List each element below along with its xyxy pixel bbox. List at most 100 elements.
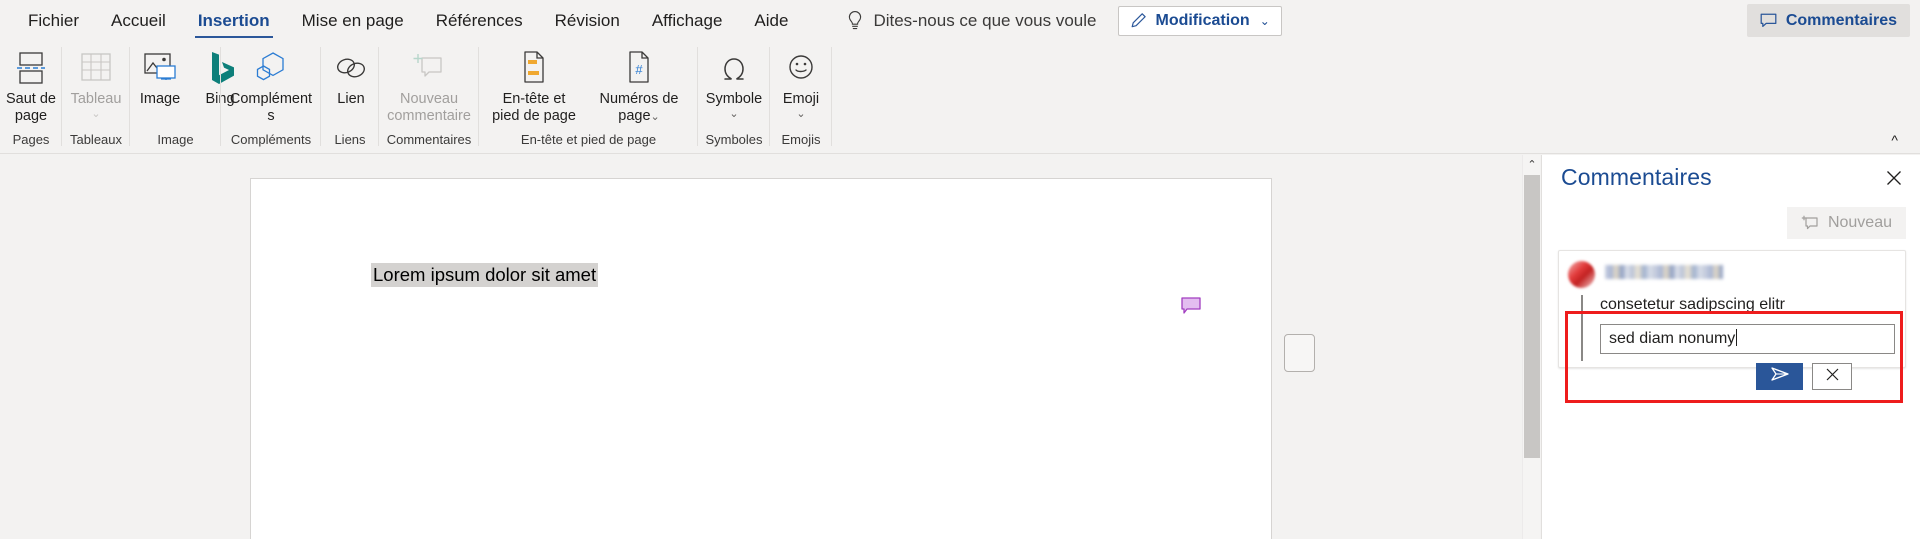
- menu-bar: Fichier Accueil Insertion Mise en page R…: [0, 0, 1920, 41]
- addins-hexagon-icon: [251, 48, 291, 88]
- comments-pane-title: Commentaires: [1561, 164, 1712, 190]
- menu-tab-fichier[interactable]: Fichier: [12, 0, 95, 41]
- menu-tab-aide[interactable]: Aide: [738, 0, 804, 41]
- ribbon-command-numeros-de-page[interactable]: # Numéros de page⌄: [589, 41, 689, 129]
- ribbon-command-label: Image: [139, 91, 181, 107]
- menu-tab-references[interactable]: Références: [420, 0, 539, 41]
- ribbon-command-label: Tableau: [70, 91, 122, 107]
- svg-text:#: #: [635, 62, 643, 77]
- ribbon-group-image: Image Bing: [130, 41, 235, 132]
- group-label-entete-pied: En-tête et pied de page: [479, 131, 698, 147]
- menu-tab-affichage[interactable]: Affichage: [636, 0, 739, 41]
- ribbon-toolbar: Saut de page Tableau ⌄ Image Bing Complé…: [0, 41, 1920, 132]
- close-icon: [1825, 367, 1840, 387]
- group-label-text: En-tête et pied de page: [520, 132, 657, 147]
- group-label-symboles: Symboles: [698, 131, 770, 147]
- comment-bubble-icon: [1760, 13, 1777, 28]
- table-icon: [78, 48, 114, 88]
- menu-tab-revision[interactable]: Révision: [539, 0, 636, 41]
- edit-mode-dropdown[interactable]: Modification ⌄: [1118, 5, 1282, 36]
- ribbon-group-emojis: Emoji ⌄: [770, 41, 832, 132]
- vertical-scrollbar[interactable]: ⌃: [1522, 155, 1540, 539]
- send-reply-button[interactable]: [1756, 363, 1803, 390]
- menu-tab-label: Accueil: [111, 10, 166, 30]
- menu-tab-label: Mise en page: [301, 10, 404, 30]
- omega-symbol-icon: [718, 48, 750, 88]
- ribbon-command-label: Numéros de page: [599, 91, 679, 124]
- chevron-down-icon[interactable]: ⌄: [729, 109, 738, 120]
- comment-author-name: [1605, 265, 1723, 279]
- comment-card[interactable]: consetetur sadipscing elitr sed diam non…: [1558, 250, 1906, 403]
- thread-indicator: [1581, 295, 1583, 361]
- group-label-text: Commentaires: [386, 132, 472, 147]
- chevron-down-icon: ⌄: [1259, 13, 1270, 28]
- link-chain-icon: [333, 48, 369, 88]
- comment-anchor-icon[interactable]: [1181, 297, 1203, 315]
- reply-input-value: sed diam nonumy: [1609, 330, 1736, 347]
- document-page[interactable]: Lorem ipsum dolor sit amet: [250, 178, 1272, 539]
- ribbon-command-entete-et-pied-de-page[interactable]: En-tête et pied de page: [479, 41, 589, 129]
- label-separator: [831, 131, 832, 146]
- ribbon-command-lien[interactable]: Lien: [321, 41, 381, 129]
- menu-tab-label: Affichage: [651, 10, 723, 30]
- group-label-image: Image: [130, 131, 221, 147]
- ribbon-command-label: Nouveau commentaire: [387, 91, 471, 124]
- menu-tab-label: Fichier: [28, 10, 80, 30]
- tell-me-search[interactable]: Dites-nous ce que vous voule: [846, 10, 1096, 31]
- menu-tab-label: Révision: [554, 10, 620, 30]
- ribbon-command-complements[interactable]: Compléments: [221, 41, 321, 129]
- ribbon-command-label: Emoji: [782, 91, 820, 107]
- page-break-icon: [14, 48, 48, 88]
- ribbon-group-labels: Pages Tableaux Image Compléments Liens C…: [0, 131, 1920, 154]
- chevron-down-icon[interactable]: ⌄: [796, 109, 805, 120]
- smiley-face-icon: [785, 48, 817, 88]
- header-footer-icon: [519, 48, 549, 88]
- ribbon-command-label: Saut de page: [6, 91, 56, 124]
- comments-pane-header: Commentaires: [1542, 155, 1920, 203]
- ribbon-group-symboles: Symbole ⌄: [698, 41, 770, 132]
- user-avatar: [1568, 261, 1595, 288]
- menu-tab-label: Insertion: [197, 10, 270, 30]
- document-workspace: Lorem ipsum dolor sit amet ⌃: [0, 155, 1540, 539]
- menu-tab-accueil[interactable]: Accueil: [95, 0, 182, 41]
- ribbon-command-saut-de-page[interactable]: Saut de page: [0, 41, 62, 129]
- ribbon-command-nouveau-commentaire[interactable]: Nouveau commentaire: [379, 41, 479, 129]
- comment-actions: [1756, 363, 1852, 390]
- document-body-text[interactable]: Lorem ipsum dolor sit amet: [371, 263, 599, 287]
- new-comment-icon: [1801, 215, 1819, 231]
- text-caret: [1735, 329, 1738, 346]
- group-label-emojis: Emojis: [770, 131, 832, 147]
- reply-input[interactable]: sed diam nonumy: [1600, 324, 1895, 354]
- group-label-text: Emojis: [781, 132, 821, 147]
- cancel-reply-button[interactable]: [1812, 363, 1852, 390]
- chevron-down-icon[interactable]: ⌄: [91, 109, 100, 120]
- chevron-down-icon[interactable]: ⌄: [651, 111, 660, 123]
- menu-tab-insertion[interactable]: Insertion: [182, 0, 286, 41]
- ribbon-command-label-wrap: Numéros de page⌄: [597, 91, 681, 126]
- ribbon-command-image[interactable]: Image: [130, 41, 190, 129]
- new-comment-button[interactable]: Nouveau: [1786, 207, 1906, 239]
- ribbon-command-emoji[interactable]: Emoji ⌄: [770, 41, 832, 129]
- menu-tab-mise-en-page[interactable]: Mise en page: [286, 0, 420, 41]
- ribbon-group-entete-pied: En-tête et pied de page # Numéros de pag…: [479, 41, 698, 132]
- edit-mode-label: Modification: [1155, 11, 1250, 29]
- group-label-text: Symboles: [705, 132, 763, 147]
- collapsed-comment-marker[interactable]: [1284, 334, 1315, 372]
- comments-toggle-button[interactable]: Commentaires: [1746, 4, 1910, 37]
- menu-tab-label: Aide: [754, 10, 789, 30]
- group-label-text: Compléments: [230, 132, 312, 147]
- group-label-text: Liens: [334, 132, 366, 147]
- scroll-up-arrow-icon[interactable]: ⌃: [1523, 155, 1540, 173]
- close-icon[interactable]: [1883, 167, 1905, 189]
- group-label-liens: Liens: [321, 131, 379, 147]
- group-separator: [831, 47, 832, 132]
- ribbon-command-symbole[interactable]: Symbole ⌄: [698, 41, 770, 129]
- group-label-text: Pages: [12, 132, 50, 147]
- pencil-icon: [1130, 12, 1147, 29]
- collapse-ribbon-button[interactable]: ^: [1891, 133, 1898, 147]
- page-number-icon: #: [625, 48, 653, 88]
- scrollbar-thumb[interactable]: [1524, 175, 1540, 458]
- picture-icon: [141, 48, 179, 88]
- ribbon-command-tableau[interactable]: Tableau ⌄: [62, 41, 130, 129]
- group-label-text: Image: [157, 132, 194, 147]
